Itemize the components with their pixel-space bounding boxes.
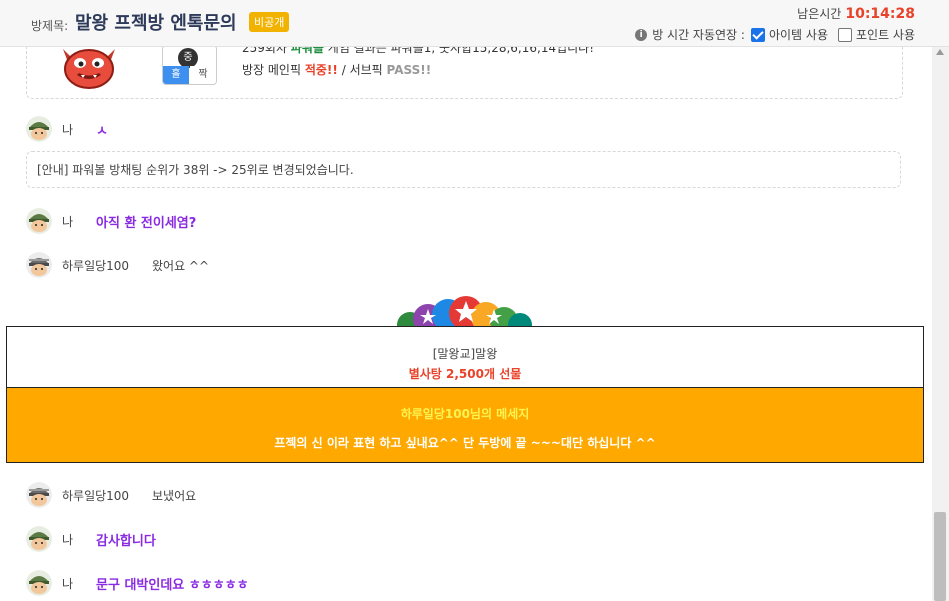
chat-message: 나 문구 대박인데요 ㅎㅎㅎㅎㅎ [26,569,249,597]
sub-pick-result: PASS!! [386,63,432,77]
room-header: 방제목: 말왕 프젝방 엔톡문의 비공개 남은시간 10:14:28 i 방 시간… [0,0,949,47]
chat-text: ㅅ [96,123,108,139]
chat-text: 보냈어요 [152,488,197,503]
chat-nickname[interactable]: 나 [62,121,96,138]
ball-size-marker: 중 [178,48,198,68]
even-label: 짝 [190,66,216,84]
info-icon[interactable]: i [635,28,648,41]
remaining-time-label: 남은시간 [797,7,842,21]
gift-message-from: 하루일당100님의 메세지 [400,407,530,421]
main-pick-result: 적중!! [304,63,338,77]
helmet-avatar-icon [26,252,52,278]
scroll-thumb[interactable] [934,512,946,601]
point-use-checkbox[interactable] [837,27,852,42]
gift-notification: [말왕교]말왕 별사탕 2,500개 선물 하루일당100님의 메세지 프젝의 … [6,326,924,463]
chat-message: 하루일당100 보냈어요 [26,481,196,509]
gift-header: [말왕교]말왕 별사탕 2,500개 선물 [7,327,923,388]
devil-character-icon [63,49,115,89]
pick-result-line: 방장 메인픽 적중!! / 서브픽 PASS!! [242,61,431,78]
chat-nickname[interactable]: 나 [62,575,96,592]
remaining-time-value: 10:14:28 [845,6,915,22]
chat-message: 나 아직 환 전이세염? [26,207,196,235]
private-badge: 비공개 [249,12,290,32]
gift-message-panel: 하루일당100님의 메세지 프젝의 신 이라 표현 하고 싶내요^^ 단 두방에… [7,388,923,462]
chat-message: 나 ㅅ [26,115,108,143]
soldier-avatar-icon [26,208,52,234]
sub-pick-label: 서브픽 [349,63,383,77]
chat-scrollbar[interactable] [932,46,949,601]
chat-text: 왔어요 ^^ [152,258,210,273]
room-options: i 방 시간 자동연장 : 아이템 사용 포인트 사용 [635,26,915,43]
remaining-time: 남은시간 10:14:28 [797,5,915,22]
chat-nickname[interactable]: 하루일당100 [62,487,152,504]
soldier-avatar-icon [26,570,52,596]
chat-message: 나 감사합니다 [26,525,156,553]
gift-sender: [말왕교]말왕 [432,347,498,361]
main-pick-label: 방장 메인픽 [242,63,302,77]
gift-message-text: 프젝의 신 이라 표현 하고 싶내요^^ 단 두방에 끝 ~~~대단 하십니다 … [274,436,656,450]
ball-result-tile: 중 홀 짝 [162,45,217,85]
chat-text: 감사합니다 [96,533,156,549]
room-label: 방제목: [31,19,69,33]
system-notice: [안내] 파워볼 방채팅 순위가 38위 -> 25위로 변경되었습니다. [26,151,901,188]
chat-message: 하루일당100 왔어요 ^^ [26,251,209,279]
helmet-avatar-icon [26,482,52,508]
scroll-up-arrow-icon[interactable] [936,49,944,55]
pick-separator: / [341,63,346,77]
chat-nickname[interactable]: 하루일당100 [62,257,152,274]
item-use-label[interactable]: 아이템 사용 [769,26,828,43]
gift-amount: 별사탕 2,500개 선물 [408,367,522,381]
chat-text: 아직 환 전이세염? [96,215,197,231]
auto-extend-label: 방 시간 자동연장 : [652,28,745,42]
chat-text: 문구 대박인데요 ㅎㅎㅎㅎㅎ [96,577,249,593]
item-use-checkbox[interactable] [750,27,765,42]
star-balls-icon [397,296,532,327]
point-use-label[interactable]: 포인트 사용 [856,26,915,43]
soldier-avatar-icon [26,116,52,142]
room-title: 말왕 프젝방 엔톡문의 [75,13,237,34]
odd-label: 홀 [163,66,189,84]
chat-nickname[interactable]: 나 [62,213,96,230]
soldier-avatar-icon [26,526,52,552]
chat-nickname[interactable]: 나 [62,531,96,548]
